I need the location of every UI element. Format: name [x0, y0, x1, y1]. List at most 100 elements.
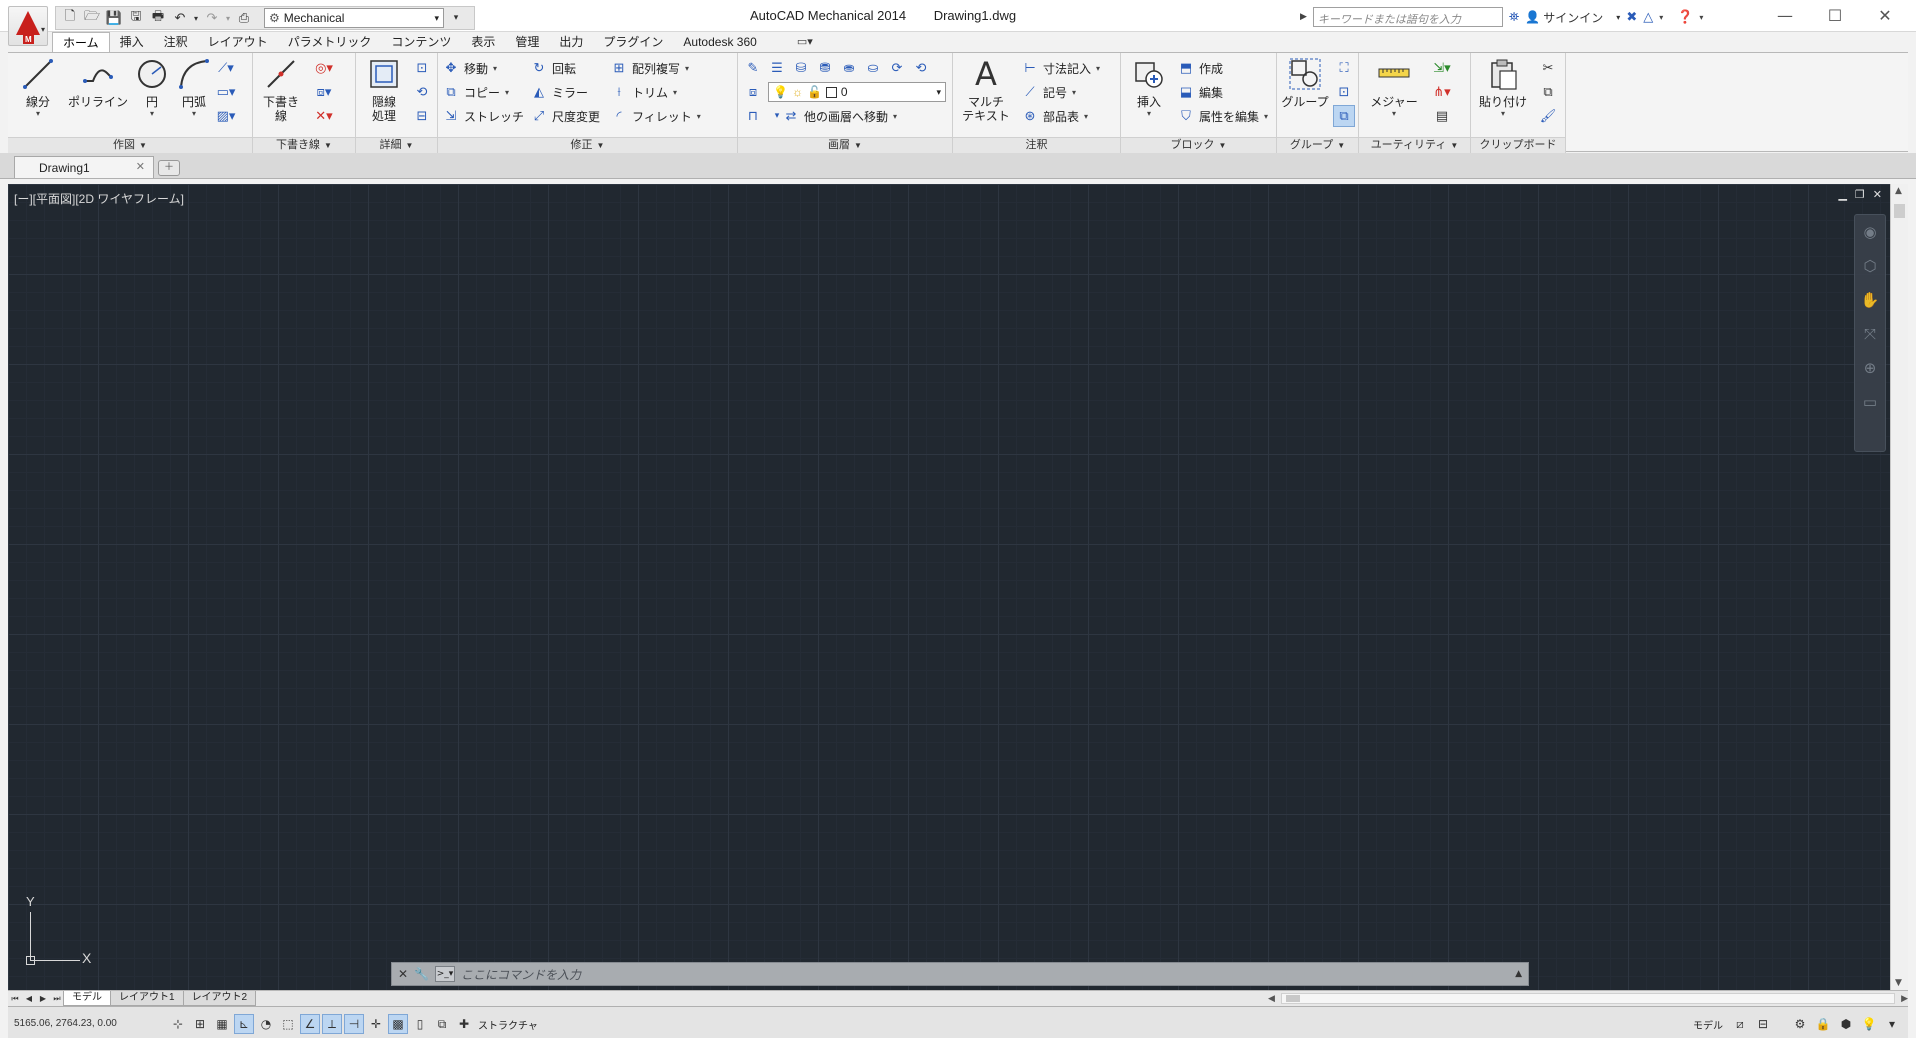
chevron-down-icon[interactable]: ▼: [1895, 978, 1902, 988]
group-edit-icon[interactable]: ⊡: [1333, 81, 1355, 103]
restore-button[interactable]: ☐: [1810, 4, 1860, 28]
layer-lock-icon[interactable]: ⛀: [862, 57, 884, 79]
chevron-up-icon[interactable]: ▲: [1515, 969, 1522, 979]
close-icon[interactable]: ✕: [1873, 188, 1882, 201]
tab-model[interactable]: モデル: [63, 991, 111, 1006]
mtext-button[interactable]: A マルチ テキスト: [955, 57, 1017, 133]
plot-icon[interactable]: ⎙: [234, 8, 254, 28]
object-snap-icon[interactable]: ⬚: [278, 1014, 298, 1034]
autodesk-360-icon[interactable]: △: [1643, 10, 1653, 25]
dimension-button[interactable]: ⊢ 寸法記入 ▾: [1021, 57, 1100, 79]
edit-block-button[interactable]: ⬓ 編集: [1177, 81, 1223, 103]
create-block-button[interactable]: ⬒ 作成: [1177, 57, 1223, 79]
coordinate-display[interactable]: 5165.06, 2764.23, 0.00: [14, 1015, 164, 1033]
edit-attributes-button[interactable]: ⛉ 属性を編集 ▾: [1177, 105, 1268, 127]
match-properties-icon[interactable]: 🖌: [1537, 105, 1559, 127]
help-icon[interactable]: ❓: [1677, 10, 1693, 25]
dynamic-ucs-icon[interactable]: ⊣: [344, 1014, 364, 1034]
tab-insert[interactable]: 挿入: [110, 32, 154, 52]
tab-layout2[interactable]: レイアウト2: [182, 991, 257, 1006]
model-space-toggle[interactable]: モデル: [1693, 1017, 1723, 1032]
new-tab-icon[interactable]: ＋: [158, 160, 180, 176]
layer-off-icon[interactable]: ⛁: [790, 57, 812, 79]
redo-icon[interactable]: ↷: [202, 8, 222, 28]
grid-icon[interactable]: ▦: [212, 1014, 232, 1034]
next-tab-icon[interactable]: ▶: [36, 994, 50, 1003]
panel-title-draw[interactable]: 作図 ▼: [8, 137, 252, 153]
paste-button[interactable]: 貼り付け ▾: [1473, 57, 1533, 133]
signin-button[interactable]: 👤 サインイン ▾: [1525, 9, 1620, 26]
copy-button[interactable]: ⧉ コピー ▾: [442, 81, 509, 103]
close-icon[interactable]: ✕: [136, 160, 145, 173]
zoom-extents-icon[interactable]: ⤧: [1855, 317, 1885, 351]
showmotion-icon[interactable]: ▭: [1855, 385, 1885, 419]
new-icon[interactable]: 🗋: [60, 8, 80, 28]
mirror-button[interactable]: ◭ ミラー: [530, 81, 588, 103]
binoculars-icon[interactable]: ⛯: [1509, 10, 1519, 25]
first-tab-icon[interactable]: ⏮: [8, 994, 22, 1004]
restore-icon[interactable]: ❐: [1855, 188, 1865, 201]
group-selection-icon[interactable]: ⧉: [1333, 105, 1355, 127]
vertical-scrollbar[interactable]: ▲ ▼: [1890, 184, 1908, 990]
tab-home[interactable]: ホーム: [52, 32, 110, 52]
panel-title-clipboard[interactable]: クリップボード: [1471, 137, 1565, 153]
snap-mode-icon[interactable]: ⊞: [190, 1014, 210, 1034]
ortho-icon[interactable]: ⊾: [234, 1014, 254, 1034]
move-button[interactable]: ✥ 移動 ▾: [442, 57, 497, 79]
tab-layout[interactable]: レイアウト: [198, 32, 278, 52]
workspace-select[interactable]: ⚙ Mechanical ▾: [264, 8, 444, 28]
section-icon[interactable]: ⟲: [411, 81, 433, 103]
horizontal-scrollbar[interactable]: ◀ ▶: [1268, 991, 1908, 1006]
customize-qat-icon[interactable]: ▾: [446, 8, 466, 28]
chevron-left-icon[interactable]: ◀: [1268, 994, 1275, 1004]
insert-block-button[interactable]: 挿入 ▾: [1123, 57, 1175, 133]
line-button[interactable]: 線分 ▾: [12, 57, 64, 133]
chevron-up-icon[interactable]: ▲: [1895, 186, 1902, 196]
tab-content[interactable]: コンテンツ: [381, 32, 461, 52]
tab-manage[interactable]: 管理: [505, 32, 549, 52]
fillet-button[interactable]: ◜ フィレット ▾: [610, 105, 700, 127]
close-button[interactable]: ✕: [1860, 4, 1910, 28]
construction-circle-icon[interactable]: ◎▾: [313, 57, 335, 79]
panel-title-modify[interactable]: 修正 ▼: [438, 137, 737, 153]
tab-layout1[interactable]: レイアウト1: [110, 991, 184, 1006]
delete-construction-icon[interactable]: ✕▾: [313, 105, 335, 127]
drawing-canvas[interactable]: [ー][平面図][2D ワイヤフレーム] ▁ ❐ ✕ ◉ ⬡ ✋ ⤧ ⊕ ▭ Y…: [8, 184, 1890, 990]
save-as-icon[interactable]: 🖫: [126, 8, 146, 28]
measure-button[interactable]: メジャー ▾: [1363, 57, 1425, 133]
tab-parametric[interactable]: パラメトリック: [278, 32, 382, 52]
panel-title-detail[interactable]: 詳細 ▼: [356, 137, 437, 153]
tab-autodesk-360[interactable]: Autodesk 360: [673, 32, 766, 52]
id-point-icon[interactable]: ⋔▾: [1431, 81, 1453, 103]
panel-title-utilities[interactable]: ユーティリティ ▼: [1359, 137, 1470, 153]
3d-object-snap-icon[interactable]: ∠: [300, 1014, 320, 1034]
match-layer-icon[interactable]: ⧈: [742, 81, 764, 103]
rotate-button[interactable]: ↻ 回転: [530, 57, 576, 79]
group-button[interactable]: グループ: [1279, 57, 1331, 133]
layer-select[interactable]: 💡 ☼ 🔓 0 ▾: [768, 82, 946, 102]
chevron-right-icon[interactable]: ▶: [1901, 994, 1908, 1004]
layer-isolate-icon[interactable]: ⛃: [814, 57, 836, 79]
chevron-down-icon[interactable]: ▾: [1659, 13, 1663, 22]
panel-title-construction-lines[interactable]: 下書き線 ▼: [253, 137, 355, 153]
hatch-icon[interactable]: ▨▾: [215, 105, 237, 127]
transparency-icon[interactable]: ▯: [410, 1014, 430, 1034]
command-input[interactable]: ここにコマンドを入力: [461, 966, 1509, 983]
stretch-button[interactable]: ⇲ ストレッチ: [442, 105, 524, 127]
panel-title-annotation[interactable]: 注釈: [953, 137, 1120, 153]
viewcube-icon[interactable]: ⬡: [1855, 249, 1885, 283]
save-icon[interactable]: 💾: [104, 8, 124, 28]
panel-title-group[interactable]: グループ ▼: [1277, 137, 1358, 153]
quick-properties-icon[interactable]: ⧉: [432, 1014, 452, 1034]
undo-icon[interactable]: ↶: [170, 8, 190, 28]
layer-freeze-icon[interactable]: ⛂: [838, 57, 860, 79]
scale-button[interactable]: ⤢ 尺度変更: [530, 105, 600, 127]
cut-icon[interactable]: ✂: [1537, 57, 1559, 79]
layer-state-icon[interactable]: ☰: [766, 57, 788, 79]
arc-button[interactable]: 円弧 ▾: [168, 57, 220, 133]
search-input[interactable]: キーワードまたは語句を入力: [1312, 7, 1503, 27]
toolbar-lock-icon[interactable]: 🔒: [1813, 1014, 1833, 1034]
move-to-layer-button[interactable]: ⇄ 他の画層へ移動 ▾: [782, 105, 897, 127]
exchange-icon[interactable]: ✖: [1626, 10, 1637, 25]
quick-view-layouts-icon[interactable]: ⧄: [1730, 1014, 1750, 1034]
